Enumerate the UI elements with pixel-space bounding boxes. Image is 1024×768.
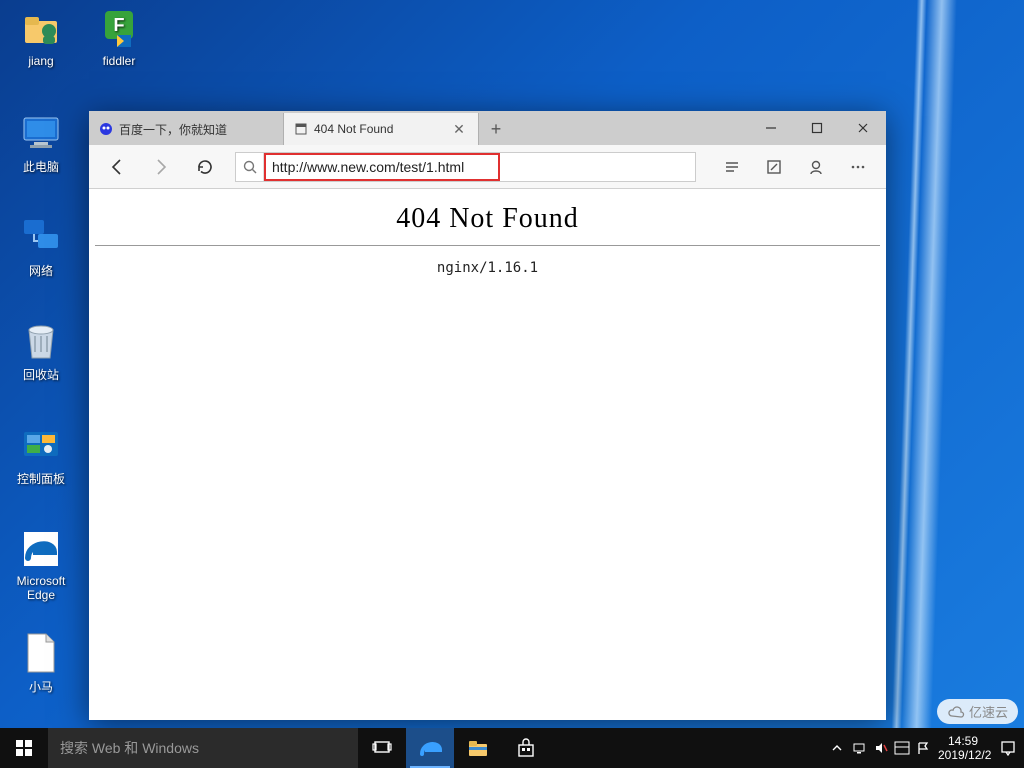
tab-close-button[interactable]: ✕: [450, 121, 468, 138]
watermark: 亿速云: [937, 699, 1018, 724]
desktop-icon-edge[interactable]: Microsoft Edge: [6, 528, 76, 602]
desktop-icon-controlpanel[interactable]: 控制面板: [6, 424, 76, 487]
notifications-tray-icon[interactable]: [992, 728, 1024, 768]
browser-window: 百度一下，你就知道 404 Not Found ✕ +: [89, 111, 886, 720]
search-placeholder: 搜索 Web 和 Windows: [60, 738, 199, 758]
icon-label: 此电脑: [23, 158, 59, 175]
ime-tray-icon[interactable]: [892, 728, 912, 768]
page-content: 404 Not Found nginx/1.16.1: [89, 189, 886, 720]
notes-button[interactable]: [754, 147, 794, 187]
desktop-icon-network[interactable]: 网络: [6, 216, 76, 279]
divider: [95, 245, 880, 246]
icon-label: 网络: [29, 262, 53, 279]
reading-view-button[interactable]: [712, 147, 752, 187]
fiddler-icon: F: [98, 8, 140, 50]
control-panel-icon: [20, 424, 62, 466]
tab-baidu[interactable]: 百度一下，你就知道: [89, 113, 284, 145]
network-icon: [20, 216, 62, 258]
icon-label: 控制面板: [17, 470, 65, 487]
taskbar-edge[interactable]: [406, 728, 454, 768]
cloud-icon: [947, 703, 965, 721]
tray-expand-icon[interactable]: [826, 728, 848, 768]
taskbar-explorer[interactable]: [454, 728, 502, 768]
taskbar-store[interactable]: [502, 728, 550, 768]
desktop-icon-recyclebin[interactable]: 回收站: [6, 320, 76, 383]
new-tab-button[interactable]: +: [479, 113, 513, 145]
window-controls: [748, 111, 886, 145]
minimize-button[interactable]: [748, 111, 794, 145]
volume-tray-icon[interactable]: [870, 728, 892, 768]
user-folder-icon: [20, 8, 62, 50]
computer-icon: [20, 112, 62, 154]
server-line: nginx/1.16.1: [89, 260, 886, 276]
tab-bar: 百度一下，你就知道 404 Not Found ✕ +: [89, 111, 886, 145]
icon-label: fiddler: [103, 54, 136, 68]
icon-label: 回收站: [23, 366, 59, 383]
start-button[interactable]: [0, 728, 48, 768]
page-favicon-icon: [294, 122, 308, 136]
browser-toolbar: [89, 145, 886, 189]
search-icon[interactable]: [236, 153, 264, 181]
tab-title: 404 Not Found: [314, 122, 393, 136]
url-input[interactable]: [272, 159, 492, 175]
refresh-button[interactable]: [185, 147, 225, 187]
clock-time: 14:59: [938, 734, 988, 748]
svg-text:F: F: [114, 15, 125, 35]
address-bar[interactable]: [235, 152, 696, 182]
recycle-bin-icon: [20, 320, 62, 362]
icon-label: Microsoft Edge: [6, 574, 76, 602]
taskbar: 搜索 Web 和 Windows 14:59 2019/12/2: [0, 728, 1024, 768]
baidu-favicon-icon: [99, 122, 113, 136]
file-icon: [20, 632, 62, 674]
url-highlight-box: [264, 153, 500, 181]
icon-label: jiang: [28, 54, 53, 68]
flag-tray-icon[interactable]: [912, 728, 934, 768]
taskbar-clock[interactable]: 14:59 2019/12/2: [934, 734, 992, 762]
maximize-button[interactable]: [794, 111, 840, 145]
desktop-icon-thispc[interactable]: 此电脑: [6, 112, 76, 175]
error-heading: 404 Not Found: [89, 203, 886, 235]
watermark-text: 亿速云: [969, 702, 1008, 721]
edge-icon: [20, 528, 62, 570]
network-tray-icon[interactable]: [848, 728, 870, 768]
more-button[interactable]: [838, 147, 878, 187]
forward-button[interactable]: [141, 147, 181, 187]
close-window-button[interactable]: [840, 111, 886, 145]
tab-404[interactable]: 404 Not Found ✕: [284, 113, 479, 145]
desktop-icon-fiddler[interactable]: F fiddler: [84, 8, 154, 68]
icon-label: 小马: [29, 678, 53, 695]
share-button[interactable]: [796, 147, 836, 187]
task-view-button[interactable]: [358, 728, 406, 768]
desktop-icon-jiang[interactable]: jiang: [6, 8, 76, 68]
tab-title: 百度一下，你就知道: [119, 121, 227, 138]
clock-date: 2019/12/2: [938, 748, 988, 762]
desktop-icon-xiaoma[interactable]: 小马: [6, 632, 76, 695]
back-button[interactable]: [97, 147, 137, 187]
taskbar-search[interactable]: 搜索 Web 和 Windows: [48, 728, 358, 768]
system-tray: 14:59 2019/12/2: [826, 728, 1024, 768]
